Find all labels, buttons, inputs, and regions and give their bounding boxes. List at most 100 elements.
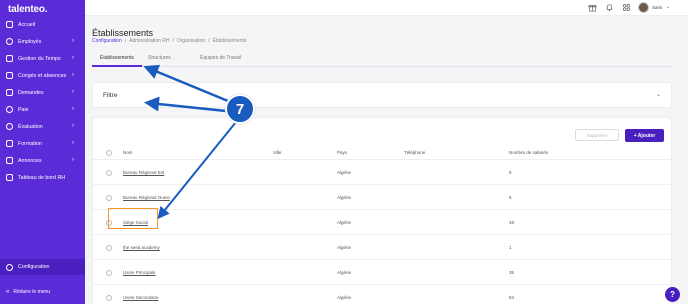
megaphone-icon <box>6 157 13 164</box>
sidebar: talenteo. Accueil Employés › Gestion du … <box>0 0 85 304</box>
row-checkbox[interactable] <box>106 245 112 251</box>
table-row[interactable]: the seed academy Algérie 1 <box>93 235 673 260</box>
table-row[interactable]: Usine Principale Algérie 35 <box>93 260 673 285</box>
column-header-nom[interactable]: Nom <box>123 150 133 155</box>
avatar[interactable] <box>638 2 649 13</box>
sidebar-item-tableau-de-bord[interactable]: Tableau de bord RH <box>0 169 85 186</box>
sidebar-item-gestion-du-temps[interactable]: Gestion du Temps › <box>0 50 85 67</box>
chevron-right-icon: › <box>72 123 74 129</box>
column-header-nombre-salaries[interactable]: Nombre de salariés <box>509 150 548 155</box>
country-cell: Algérie <box>337 295 352 300</box>
country-cell: Algérie <box>337 195 352 200</box>
filter-panel[interactable]: Filtre ⌄ <box>92 82 672 108</box>
table-row[interactable]: Bureau Régional Ouest Algérie 6 <box>93 185 673 210</box>
chevron-right-icon: › <box>72 38 74 44</box>
sidebar-item-label: Tableau de bord RH <box>18 174 66 181</box>
sidebar-item-label: Annonces <box>18 157 42 164</box>
collapse-menu-button[interactable]: « Réduire le menu <box>0 284 85 300</box>
breadcrumb-separator: / <box>172 38 174 44</box>
add-button[interactable]: + Ajouter <box>625 129 664 142</box>
education-icon <box>6 140 13 147</box>
row-checkbox[interactable] <box>106 195 112 201</box>
users-icon <box>6 38 13 45</box>
sidebar-item-paie[interactable]: Paie › <box>0 101 85 118</box>
row-checkbox[interactable] <box>106 270 112 276</box>
country-cell: Algérie <box>337 170 352 175</box>
establishment-name-link[interactable]: Usine Principale <box>123 270 156 275</box>
apps-grid-icon[interactable] <box>622 3 631 12</box>
column-header-ville[interactable]: Ville <box>273 150 281 155</box>
tab-etablissements[interactable]: Établissements <box>100 55 134 61</box>
employee-count-cell: 48 <box>509 220 515 225</box>
breadcrumb-administration-rh[interactable]: Administration RH <box>129 38 169 44</box>
tab-bar: Établissements Structures Équipes de Tra… <box>92 52 672 67</box>
table-row[interactable]: Usine Secondaire Algérie 53 <box>93 285 673 304</box>
table-row[interactable]: Bureau Régional Est Algérie 6 <box>93 160 673 185</box>
evaluation-icon <box>6 123 13 130</box>
breadcrumb-configuration[interactable]: Configuration <box>92 38 122 44</box>
sidebar-item-label: Accueil <box>18 21 36 28</box>
help-button[interactable]: ? <box>665 287 680 302</box>
country-cell: Algérie <box>337 245 352 250</box>
chevron-down-icon[interactable]: ⌄ <box>666 4 670 10</box>
collapse-menu-label: Réduire le menu <box>13 289 51 295</box>
establishment-name-link[interactable]: Bureau Régional Ouest <box>123 195 170 200</box>
gear-icon <box>6 263 13 271</box>
breadcrumb-etablissements: Établissements <box>212 38 247 44</box>
column-header-telephone[interactable]: Téléphone <box>404 150 425 155</box>
tab-structures[interactable]: Structures <box>148 55 171 61</box>
column-header-pays[interactable]: Pays <box>337 150 347 155</box>
sidebar-item-label: Employés <box>18 38 42 45</box>
select-all-checkbox[interactable] <box>106 150 112 156</box>
sidebar-item-accueil[interactable]: Accueil <box>0 16 85 33</box>
chevron-right-icon: › <box>72 72 74 78</box>
sidebar-item-configuration[interactable]: Configuration <box>0 259 85 275</box>
highlight-box <box>108 208 158 229</box>
page-title: Établissements <box>92 28 154 38</box>
user-name[interactable]: Sami <box>652 5 662 10</box>
sidebar-item-conges[interactable]: Congés et absences › <box>0 67 85 84</box>
sidebar-item-label: Gestion du Temps <box>18 55 61 62</box>
table-row[interactable]: Siège Social Algérie 48 <box>93 210 673 235</box>
dashboard-icon <box>6 174 13 181</box>
breadcrumb: Configuration / Administration RH / Organisa… <box>92 38 246 44</box>
active-tab-indicator <box>92 65 142 67</box>
sidebar-item-employes[interactable]: Employés › <box>0 33 85 50</box>
sidebar-item-annonces[interactable]: Annonces › <box>0 152 85 169</box>
clock-icon <box>6 55 13 62</box>
sidebar-item-formation[interactable]: Formation › <box>0 135 85 152</box>
breadcrumb-separator: / <box>208 38 210 44</box>
sidebar-item-label: Évaluation <box>18 123 43 130</box>
chevron-right-icon: › <box>72 140 74 146</box>
annotation-step-badge: 7 <box>225 94 255 124</box>
tab-equipes-de-travail[interactable]: Équipes de Travail <box>200 55 241 61</box>
chevron-right-icon: › <box>72 157 74 163</box>
chevron-right-icon: › <box>72 89 74 95</box>
sidebar-item-label: Configuration <box>18 264 50 270</box>
sidebar-item-demandes[interactable]: Demandes › <box>0 84 85 101</box>
row-checkbox[interactable] <box>106 295 112 301</box>
chevron-right-icon: › <box>72 55 74 61</box>
breadcrumb-separator: / <box>124 38 127 44</box>
country-cell: Algérie <box>337 270 352 275</box>
topbar: Sami ⌄ <box>85 0 688 16</box>
bell-icon[interactable] <box>605 3 614 12</box>
employee-count-cell: 6 <box>509 195 512 200</box>
row-checkbox[interactable] <box>106 170 112 176</box>
breadcrumb-organisation[interactable]: Organisation <box>177 38 205 44</box>
sidebar-item-label: Congés et absences <box>18 72 67 79</box>
establishment-name-link[interactable]: Bureau Régional Est <box>123 170 164 175</box>
sidebar-nav: Accueil Employés › Gestion du Temps › Co… <box>0 16 85 186</box>
establishment-name-link[interactable]: Usine Secondaire <box>123 295 159 300</box>
money-icon <box>6 106 13 113</box>
delete-button[interactable]: Supprimer <box>575 129 619 141</box>
sidebar-item-label: Formation <box>18 140 42 147</box>
double-chevron-left-icon: « <box>6 289 10 295</box>
employee-count-cell: 6 <box>509 170 512 175</box>
chevron-right-icon: › <box>72 106 74 112</box>
chevron-down-icon[interactable]: ⌄ <box>656 91 661 98</box>
sidebar-item-evaluation[interactable]: Évaluation › <box>0 118 85 135</box>
app-logo[interactable]: talenteo. <box>8 4 48 15</box>
establishment-name-link[interactable]: the seed academy <box>123 245 160 250</box>
gift-icon[interactable] <box>588 3 597 12</box>
